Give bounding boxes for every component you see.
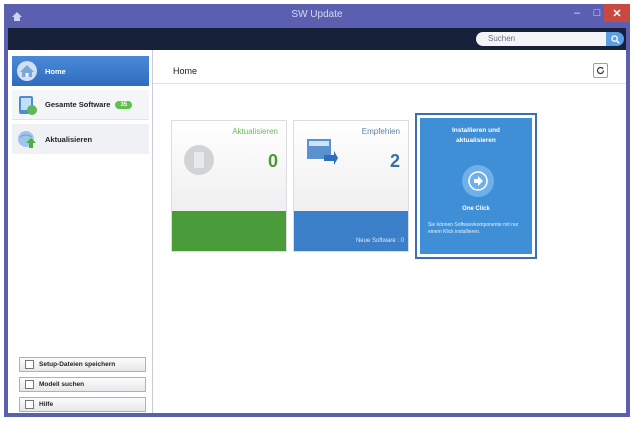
button-label: Hilfe	[39, 401, 54, 408]
card-title: Empfehlen	[361, 127, 400, 136]
update-card-icon	[184, 145, 214, 175]
software-count-badge: 35	[115, 100, 133, 109]
top-toolbar: Suchen	[8, 28, 626, 50]
button-label: Modell suchen	[39, 381, 85, 388]
help-button[interactable]: Hilfe	[19, 397, 146, 412]
main-panel: Home Aktualisieren 0 Empfehlen 2 Neue So…	[153, 50, 626, 413]
sidebar-item-update[interactable]: Aktualisieren	[12, 124, 149, 154]
search-model-icon	[25, 380, 34, 389]
refresh-button[interactable]	[593, 63, 608, 78]
app-window: SW Update – □ ✕ Suchen Home Gesamte Soft…	[0, 0, 634, 421]
window-title: SW Update	[291, 9, 343, 20]
search-input[interactable]: Suchen	[476, 32, 606, 46]
one-click-label: One Click	[462, 206, 490, 212]
card-color-bar: Neue Software : 0	[294, 211, 408, 251]
card-color-bar	[172, 211, 286, 251]
software-icon	[19, 95, 37, 115]
find-model-button[interactable]: Modell suchen	[19, 377, 146, 392]
page-title: Home	[173, 66, 198, 76]
card-title: Aktualisieren	[232, 127, 278, 136]
button-label: Setup-Dateien speichern	[39, 361, 116, 368]
new-software-note: Neue Software : 0	[355, 238, 404, 244]
help-icon	[25, 400, 34, 409]
update-globe-icon	[18, 131, 36, 148]
install-card-body: Installieren und aktualisieren One Click…	[420, 118, 532, 254]
search-button[interactable]	[606, 32, 624, 46]
install-description: Sie können Softwarekomponente mit nur ei…	[428, 222, 519, 235]
search-icon	[610, 34, 620, 44]
update-card[interactable]: Aktualisieren 0	[171, 120, 287, 252]
sidebar-item-label: Aktualisieren	[45, 134, 93, 144]
close-button[interactable]: ✕	[604, 4, 630, 22]
save-setup-files-button[interactable]: Setup-Dateien speichern	[19, 357, 146, 372]
recommend-card-icon	[307, 139, 338, 165]
sidebar-item-home[interactable]: Home	[12, 56, 149, 86]
title-bar: SW Update – □ ✕	[4, 4, 630, 28]
content-area: Home Gesamte Software 35 Aktualisieren S…	[8, 50, 626, 413]
sidebar: Home Gesamte Software 35 Aktualisieren S…	[8, 50, 153, 413]
sidebar-item-label: Home	[45, 66, 66, 76]
window-chrome: SW Update – □ ✕ Suchen Home Gesamte Soft…	[4, 4, 630, 417]
page-header: Home	[153, 50, 626, 84]
install-update-card[interactable]: Installieren und aktualisieren One Click…	[415, 113, 537, 259]
minimize-button[interactable]: –	[566, 4, 588, 22]
save-icon	[25, 360, 34, 369]
recommend-card[interactable]: Empfehlen 2 Neue Software : 0	[293, 120, 409, 252]
recommend-count: 2	[389, 151, 400, 171]
update-count: 0	[267, 151, 278, 171]
home-icon	[17, 61, 37, 81]
card-title: Installieren und aktualisieren	[451, 127, 501, 144]
one-click-arrow-icon[interactable]	[462, 165, 494, 197]
refresh-icon	[596, 66, 605, 75]
arrow-right-icon	[468, 171, 488, 191]
sidebar-item-all-software[interactable]: Gesamte Software 35	[12, 90, 149, 120]
sidebar-item-label: Gesamte Software	[45, 100, 111, 109]
